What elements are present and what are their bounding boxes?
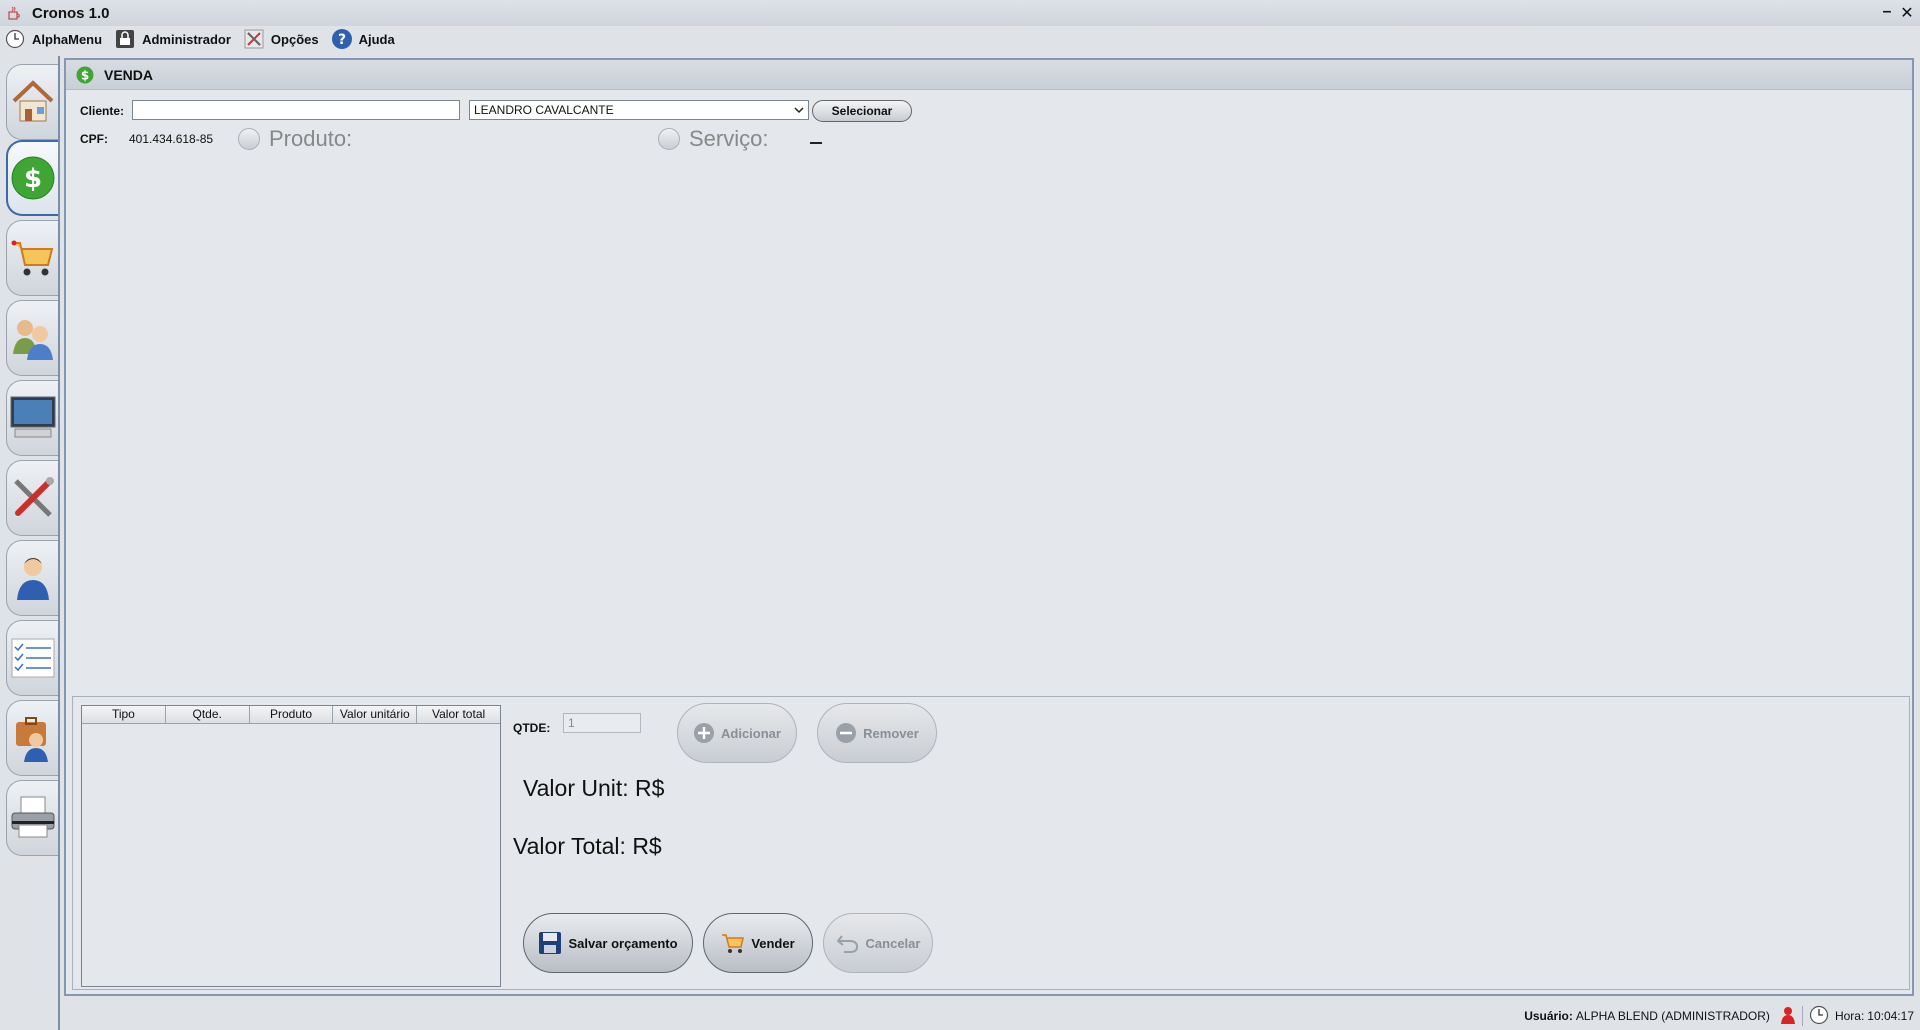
cliente-input[interactable]	[132, 100, 460, 120]
items-table[interactable]: Tipo Qtde. Produto Valor unitário Valor …	[81, 705, 501, 987]
sidebar: $	[0, 56, 60, 1030]
menu-bar: AlphaMenu Administrador Opções ? Ajuda	[0, 26, 1920, 52]
java-cup-icon	[8, 6, 20, 20]
sidebar-item-sistema[interactable]	[6, 380, 58, 456]
chevron-down-icon	[794, 107, 804, 114]
sidebar-item-ferramentas[interactable]	[6, 460, 58, 536]
cliente-select-value: LEANDRO CAVALCANTE	[474, 103, 614, 117]
sidebar-item-compras[interactable]	[6, 220, 58, 296]
lock-icon	[114, 28, 136, 50]
radio-circle	[238, 128, 260, 150]
menu-ajuda-label: Ajuda	[358, 31, 395, 47]
help-icon: ?	[331, 28, 353, 50]
valor-unit-label: Valor Unit: R$	[523, 775, 665, 801]
printer-icon	[11, 796, 54, 838]
title-bar: Cronos 1.0 – ✕	[0, 0, 1920, 26]
bottom-section: Tipo Qtde. Produto Valor unitário Valor …	[72, 696, 1910, 990]
sidebar-item-home[interactable]	[6, 64, 58, 140]
menu-alphamenu-label: AlphaMenu	[32, 31, 103, 47]
produto-radio-label: Produto:	[269, 126, 353, 151]
sidebar-item-clientes[interactable]	[6, 300, 58, 376]
clock-icon	[1809, 1005, 1829, 1028]
adicionar-label: Adicionar	[721, 725, 781, 741]
adicionar-button[interactable]: Adicionar	[677, 703, 797, 763]
panel-title: VENDA	[104, 66, 154, 83]
sidebar-item-fornecedores[interactable]	[6, 700, 58, 776]
sidebar-item-venda[interactable]: $	[6, 140, 58, 216]
checklist-icon	[11, 638, 54, 678]
status-separator	[1801, 1006, 1803, 1026]
col-valor-total[interactable]: Valor total	[417, 706, 500, 723]
cancelar-button[interactable]: Cancelar	[823, 913, 933, 973]
vender-button[interactable]: Vender	[703, 913, 813, 973]
cancelar-label: Cancelar	[865, 935, 921, 951]
col-qtde[interactable]: Qtde.	[166, 706, 250, 723]
qtde-input[interactable]	[563, 713, 641, 733]
svg-text:$: $	[24, 164, 42, 194]
sidebar-item-usuarios[interactable]	[6, 540, 58, 616]
save-icon	[538, 931, 562, 955]
menu-ajuda[interactable]: ? Ajuda	[331, 28, 395, 50]
qtde-label: QTDE:	[513, 721, 551, 735]
hora-label: Hora:	[1834, 1009, 1865, 1023]
dollar-icon: $	[76, 66, 94, 83]
menu-administrador-label: Administrador	[142, 31, 231, 47]
status-bar: Usuário: ALPHA BLEND (ADMINISTRADOR) Hor…	[0, 1002, 1920, 1030]
venda-panel: $ VENDA Cliente: LEANDRO CAVALCANTE Sele…	[64, 58, 1914, 996]
users-icon	[12, 320, 53, 360]
plus-icon	[693, 722, 715, 744]
menu-opcoes-label: Opções	[270, 31, 319, 47]
text-cursor	[810, 142, 822, 144]
monitor-icon	[10, 396, 55, 438]
table-header: Tipo Qtde. Produto Valor unitário Valor …	[82, 706, 500, 724]
col-valor-unitario[interactable]: Valor unitário	[333, 706, 418, 723]
menu-administrador[interactable]: Administrador	[114, 28, 231, 50]
menu-alphamenu[interactable]: AlphaMenu	[4, 28, 102, 50]
servico-radio-label: Serviço:	[689, 126, 769, 151]
window-title: Cronos 1.0	[32, 4, 110, 22]
menu-opcoes[interactable]: Opções	[243, 28, 319, 50]
tools-icon	[13, 477, 54, 517]
salvar-orcamento-button[interactable]: Salvar orçamento	[523, 913, 693, 973]
selecionar-button[interactable]: Selecionar	[812, 100, 912, 122]
close-button[interactable]: ✕	[1898, 3, 1916, 23]
dollar-icon: $	[11, 156, 55, 200]
cart-icon	[11, 240, 53, 276]
sidebar-item-relatorios[interactable]	[6, 620, 58, 696]
salvar-orcamento-label: Salvar orçamento	[568, 935, 678, 951]
radio-circle	[658, 128, 680, 150]
minimize-button[interactable]: –	[1878, 3, 1896, 21]
vender-label: Vender	[751, 935, 795, 951]
person-icon	[16, 558, 49, 600]
cart-icon	[721, 932, 745, 954]
remover-button[interactable]: Remover	[817, 703, 937, 763]
cpf-value: 401.434.618-85	[129, 132, 214, 146]
usuario-value: ALPHA BLEND (ADMINISTRADOR)	[1575, 1009, 1770, 1023]
clock-icon	[4, 28, 26, 50]
undo-icon	[836, 932, 860, 954]
home-icon	[12, 80, 53, 122]
sidebar-item-impressao[interactable]	[6, 780, 58, 856]
produto-radio[interactable]: Produto:	[238, 126, 352, 152]
user-icon	[1780, 1006, 1796, 1027]
cliente-select[interactable]: LEANDRO CAVALCANTE	[469, 100, 809, 120]
hora-value: 10:04:17	[1867, 1009, 1914, 1023]
svg-text:?: ?	[338, 32, 346, 48]
servico-radio[interactable]: Serviço:	[658, 126, 768, 152]
cpf-label: CPF:	[80, 132, 108, 146]
minus-icon	[835, 722, 857, 744]
briefcase-person-icon	[15, 717, 48, 762]
svg-text:$: $	[81, 68, 89, 82]
usuario-label: Usuário:	[1524, 1009, 1573, 1023]
col-produto[interactable]: Produto	[250, 706, 334, 723]
valor-total-label: Valor Total: R$	[513, 833, 662, 859]
col-tipo[interactable]: Tipo	[82, 706, 166, 723]
cliente-label: Cliente:	[80, 104, 125, 118]
tools-icon	[243, 28, 265, 50]
panel-header: $ VENDA	[66, 60, 1912, 90]
remover-label: Remover	[863, 725, 919, 741]
